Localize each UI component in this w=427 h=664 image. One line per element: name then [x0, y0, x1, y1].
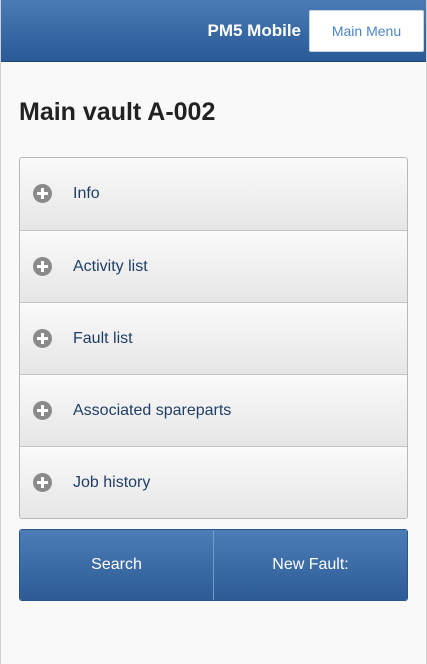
plus-circle-icon [33, 184, 52, 203]
accordion-item-label: Associated spareparts [73, 401, 232, 419]
page-title: Main vault A-002 [19, 98, 216, 126]
accordion-item-associated-spareparts[interactable]: Associated spareparts [20, 374, 407, 446]
plus-circle-icon [33, 328, 52, 348]
accordion-list: Info Activity list Fault list Associated… [19, 157, 408, 519]
accordion-item-label: Fault list [73, 329, 133, 347]
plus-circle-icon [33, 256, 52, 276]
accordion-item-info[interactable]: Info [20, 158, 407, 230]
new-fault-button[interactable]: New Fault: [213, 530, 407, 600]
main-menu-button[interactable]: Main Menu [309, 10, 424, 52]
accordion-item-activity-list[interactable]: Activity list [20, 230, 407, 302]
header-bar: PM5 Mobile Main Menu [1, 0, 426, 62]
accordion-item-label: Activity list [73, 257, 148, 275]
search-button[interactable]: Search [20, 530, 213, 600]
accordion-item-label: Info [73, 185, 100, 202]
accordion-item-job-history[interactable]: Job history [20, 446, 407, 518]
accordion-item-label: Job history [73, 473, 151, 491]
app-title: PM5 Mobile [207, 21, 301, 40]
plus-circle-icon [33, 472, 52, 492]
accordion-item-fault-list[interactable]: Fault list [20, 302, 407, 374]
plus-circle-icon [33, 400, 52, 420]
action-button-group: Search New Fault: [19, 529, 408, 601]
screen: PM5 Mobile Main Menu Main vault A-002 In… [0, 0, 427, 664]
